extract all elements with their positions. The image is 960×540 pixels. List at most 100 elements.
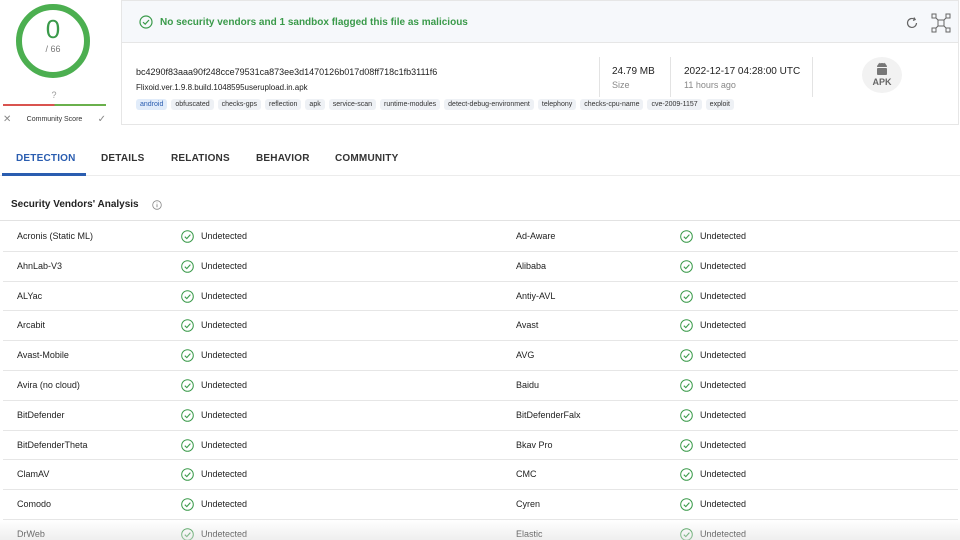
- check-circle-icon: [181, 408, 194, 422]
- check-circle-icon: [680, 319, 693, 333]
- vendor-name[interactable]: Arcabit: [17, 320, 45, 330]
- vendor-result: Undetected: [201, 439, 248, 450]
- info-icon[interactable]: [152, 200, 162, 210]
- graph-icon[interactable]: [931, 13, 951, 33]
- vendor-result: Undetected: [700, 320, 747, 331]
- divider: [670, 57, 671, 97]
- divider: [812, 57, 813, 97]
- tag-service-scan[interactable]: service-scan: [328, 99, 377, 110]
- check-circle-icon: [181, 349, 194, 362]
- check-circle-icon: [181, 230, 194, 243]
- file-hash[interactable]: bc4290f83aaa90f248cce79531ca873ee3d14701…: [136, 67, 437, 77]
- tab-relations[interactable]: RELATIONS: [171, 153, 230, 164]
- vendor-result: Undetected: [700, 469, 747, 480]
- vendor-name[interactable]: AVG: [516, 350, 534, 360]
- table-row: Avast-Mobile Undetected AVG Undetected: [3, 341, 958, 371]
- vendor-result: Undetected: [201, 260, 248, 271]
- vendor-result: Undetected: [201, 231, 248, 241]
- table-row: ClamAV Undetected CMC Undetected: [3, 460, 958, 491]
- vendor-name[interactable]: Bkav Pro: [516, 440, 553, 450]
- vendor-results-table: Acronis (Static ML) Undetected Ad-Aware Und…: [3, 222, 958, 540]
- vote-harmless-icon[interactable]: ✓: [98, 114, 106, 125]
- vendor-name[interactable]: Acronis (Static ML): [17, 231, 93, 241]
- refresh-icon[interactable]: [905, 16, 919, 30]
- community-score-row: ✕ Community Score ✓: [3, 112, 106, 126]
- check-circle-icon: [680, 289, 693, 303]
- vendor-result: Undetected: [700, 439, 747, 450]
- file-summary-card: No security vendors and 1 sandbox flagge…: [121, 0, 959, 125]
- tag-obfuscated[interactable]: obfuscated: [171, 99, 214, 110]
- vendor-name[interactable]: Avast: [516, 320, 538, 330]
- tag-detect-debug-environment[interactable]: detect-debug-environment: [444, 99, 534, 110]
- vendor-result: Undetected: [700, 409, 747, 420]
- divider: [0, 220, 960, 221]
- divider: [599, 57, 600, 97]
- analysis-date-relative: 11 hours ago: [684, 80, 736, 90]
- android-icon: [877, 62, 887, 75]
- vendor-result: Undetected: [201, 320, 248, 331]
- tab-community[interactable]: COMMUNITY: [335, 153, 398, 164]
- vendor-result: Undetected: [700, 260, 747, 271]
- tag-telephony[interactable]: telephony: [537, 99, 577, 110]
- vendor-name[interactable]: Comodo: [17, 499, 51, 509]
- vote-malicious-icon[interactable]: ✕: [3, 114, 11, 125]
- community-score-label: Community Score: [26, 115, 83, 123]
- vendor-name[interactable]: AhnLab-V3: [17, 261, 62, 271]
- tag-cve-2009-1157[interactable]: cve-2009-1157: [647, 99, 702, 110]
- tag-runtime-modules[interactable]: runtime-modules: [380, 99, 441, 110]
- vendor-name[interactable]: Avast-Mobile: [17, 350, 69, 360]
- tag-checks-gps[interactable]: checks-gps: [217, 99, 262, 110]
- vendor-name[interactable]: Cyren: [516, 499, 540, 509]
- vendor-name[interactable]: Avira (no cloud): [17, 380, 80, 390]
- tab-details[interactable]: DETAILS: [101, 153, 144, 164]
- check-circle-icon: [680, 498, 693, 511]
- file-name: Flixoid.ver.1.9.8.build.1048595useruploa…: [136, 83, 308, 92]
- file-type-badge: APK: [862, 57, 902, 93]
- file-size-label: Size: [612, 80, 630, 90]
- file-size: 24.79 MB: [612, 66, 655, 77]
- active-tab-indicator: [2, 173, 86, 176]
- vendor-name[interactable]: Antiy-AVL: [516, 291, 555, 301]
- check-circle-icon: [680, 349, 693, 362]
- vendor-name[interactable]: BitDefenderTheta: [17, 440, 88, 450]
- vendor-name[interactable]: Ad-Aware: [516, 231, 555, 241]
- check-circle-icon: [181, 289, 194, 303]
- vendor-name[interactable]: ALYac: [17, 291, 42, 301]
- tab-detection[interactable]: DETECTION: [16, 153, 76, 164]
- check-circle-icon: [680, 379, 693, 392]
- vendor-name[interactable]: BitDefender: [17, 410, 65, 420]
- table-row: Comodo Undetected Cyren Undetected: [3, 490, 958, 520]
- analysis-date: 2022-12-17 04:28:00 UTC: [684, 66, 801, 77]
- verdict-message: No security vendors and 1 sandbox flagge…: [160, 17, 468, 28]
- table-row: BitDefenderTheta Undetected Bkav Pro Undete…: [3, 430, 958, 461]
- table-row: AhnLab-V3 Undetected Alibaba Undetected: [3, 251, 958, 282]
- vendor-result: Undetected: [700, 499, 747, 510]
- tag-exploit[interactable]: exploit: [705, 99, 734, 110]
- vendor-name[interactable]: ClamAV: [17, 469, 49, 479]
- vendor-result: Undetected: [201, 469, 248, 480]
- vendor-result: Undetected: [201, 290, 248, 301]
- tab-behavior[interactable]: BEHAVIOR: [256, 153, 310, 164]
- vendor-name[interactable]: Baidu: [516, 380, 539, 390]
- engine-total: / 66: [45, 44, 61, 54]
- check-circle-icon: [680, 230, 693, 243]
- vendor-result: Undetected: [201, 379, 248, 390]
- table-row: Arcabit Undetected Avast Undetected: [3, 311, 958, 342]
- tag-reflection[interactable]: reflection: [265, 99, 302, 110]
- vendor-name[interactable]: CMC: [516, 469, 537, 479]
- check-circle-icon: [680, 259, 693, 273]
- community-score-value: ?: [51, 90, 57, 100]
- table-row: Acronis (Static ML) Undetected Ad-Aware Und…: [3, 222, 958, 252]
- detection-score-widget: 0 / 66 ? ✕ Community Score ✓: [0, 0, 108, 130]
- tag-apk[interactable]: apk: [305, 99, 325, 110]
- tag-android[interactable]: android: [136, 99, 168, 110]
- table-row: Avira (no cloud) Undetected Baidu Undetecte…: [3, 370, 958, 401]
- check-circle-icon: [181, 379, 194, 392]
- check-circle-icon: [181, 498, 194, 511]
- table-row: ALYac Undetected Antiy-AVL Undetected: [3, 281, 958, 312]
- tag-list: android obfuscated checks-gps reflection apk…: [136, 99, 734, 110]
- vendor-name[interactable]: BitDefenderFalx: [516, 410, 581, 420]
- tag-checks-cpu-name[interactable]: checks-cpu-name: [580, 99, 644, 110]
- vendor-name[interactable]: Alibaba: [516, 261, 546, 271]
- section-title: Security Vendors' Analysis: [11, 199, 139, 210]
